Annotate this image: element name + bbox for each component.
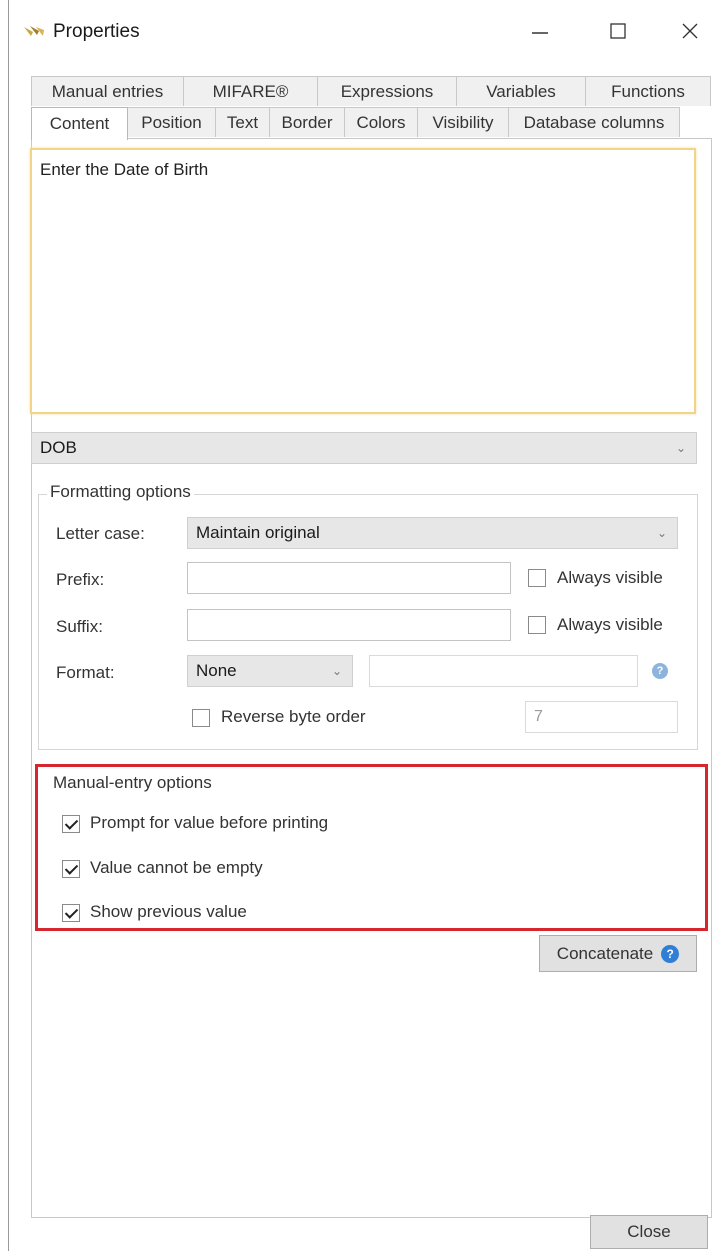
suffix-input[interactable]: [187, 609, 511, 641]
tab-position[interactable]: Position: [127, 107, 216, 137]
properties-app-icon: [23, 24, 45, 40]
formatting-options-legend: Formatting options: [47, 482, 194, 502]
prefix-label: Prefix:: [56, 570, 105, 589]
tab-border[interactable]: Border: [269, 107, 345, 137]
tab-row-bottom: Content Position Text Border Colors Visi…: [31, 107, 711, 140]
show-previous-value-label: Show previous value: [90, 902, 247, 921]
close-button[interactable]: Close: [590, 1215, 708, 1249]
format-value: None: [196, 661, 237, 680]
help-icon[interactable]: ?: [661, 944, 680, 963]
maximize-button[interactable]: [595, 14, 641, 54]
byte-count-input: 7: [525, 701, 678, 733]
manual-entry-legend: Manual-entry options: [50, 773, 215, 793]
reverse-byte-order-label: Reverse byte order: [221, 707, 366, 726]
concatenate-button[interactable]: Concatenate ?: [539, 935, 697, 972]
letter-case-value: Maintain original: [196, 523, 320, 542]
content-text-area[interactable]: Enter the Date of Birth: [30, 148, 696, 414]
tab-manual-entries[interactable]: Manual entries: [31, 76, 184, 106]
window-title: Properties: [53, 21, 140, 42]
tab-variables[interactable]: Variables: [456, 76, 586, 106]
field-dropdown-value: DOB: [40, 438, 77, 457]
prompt-before-printing-checkbox[interactable]: [62, 815, 80, 833]
close-window-button[interactable]: [667, 14, 713, 54]
suffix-label: Suffix:: [56, 617, 103, 636]
concatenate-label: Concatenate: [556, 943, 654, 963]
tab-row-top: Manual entries MIFARE® Expressions Varia…: [31, 76, 711, 106]
title-bar: Properties: [9, 0, 717, 62]
tab-content[interactable]: Content: [31, 107, 128, 140]
letter-case-label: Letter case:: [56, 524, 145, 543]
reverse-byte-order-checkbox[interactable]: [192, 709, 210, 727]
help-icon[interactable]: ?: [652, 663, 668, 679]
tab-mifare[interactable]: MIFARE®: [183, 76, 318, 106]
suffix-always-visible-label: Always visible: [557, 615, 663, 634]
field-dropdown[interactable]: DOB ⌄: [31, 432, 697, 464]
value-cannot-be-empty-label: Value cannot be empty: [90, 858, 263, 877]
format-select[interactable]: None ⌄: [187, 655, 353, 687]
chevron-down-icon: ⌄: [675, 441, 686, 455]
prompt-before-printing-label: Prompt for value before printing: [90, 813, 329, 832]
letter-case-select[interactable]: Maintain original ⌄: [187, 517, 678, 549]
format-label: Format:: [56, 663, 115, 682]
value-cannot-be-empty-checkbox[interactable]: [62, 860, 80, 878]
tab-visibility[interactable]: Visibility: [417, 107, 509, 137]
show-previous-value-checkbox[interactable]: [62, 904, 80, 922]
prefix-input[interactable]: [187, 562, 511, 594]
tab-text[interactable]: Text: [215, 107, 270, 137]
chevron-down-icon: ⌄: [656, 526, 667, 540]
tab-database-columns[interactable]: Database columns: [508, 107, 680, 137]
prefix-always-visible-label: Always visible: [557, 568, 663, 587]
chevron-down-icon: ⌄: [331, 664, 342, 678]
tab-expressions[interactable]: Expressions: [317, 76, 457, 106]
tab-colors[interactable]: Colors: [344, 107, 418, 137]
minimize-button[interactable]: [517, 14, 563, 54]
suffix-always-visible-checkbox[interactable]: [528, 616, 546, 634]
prefix-always-visible-checkbox[interactable]: [528, 569, 546, 587]
tab-functions[interactable]: Functions: [585, 76, 711, 106]
format-pattern-input: [369, 655, 638, 687]
